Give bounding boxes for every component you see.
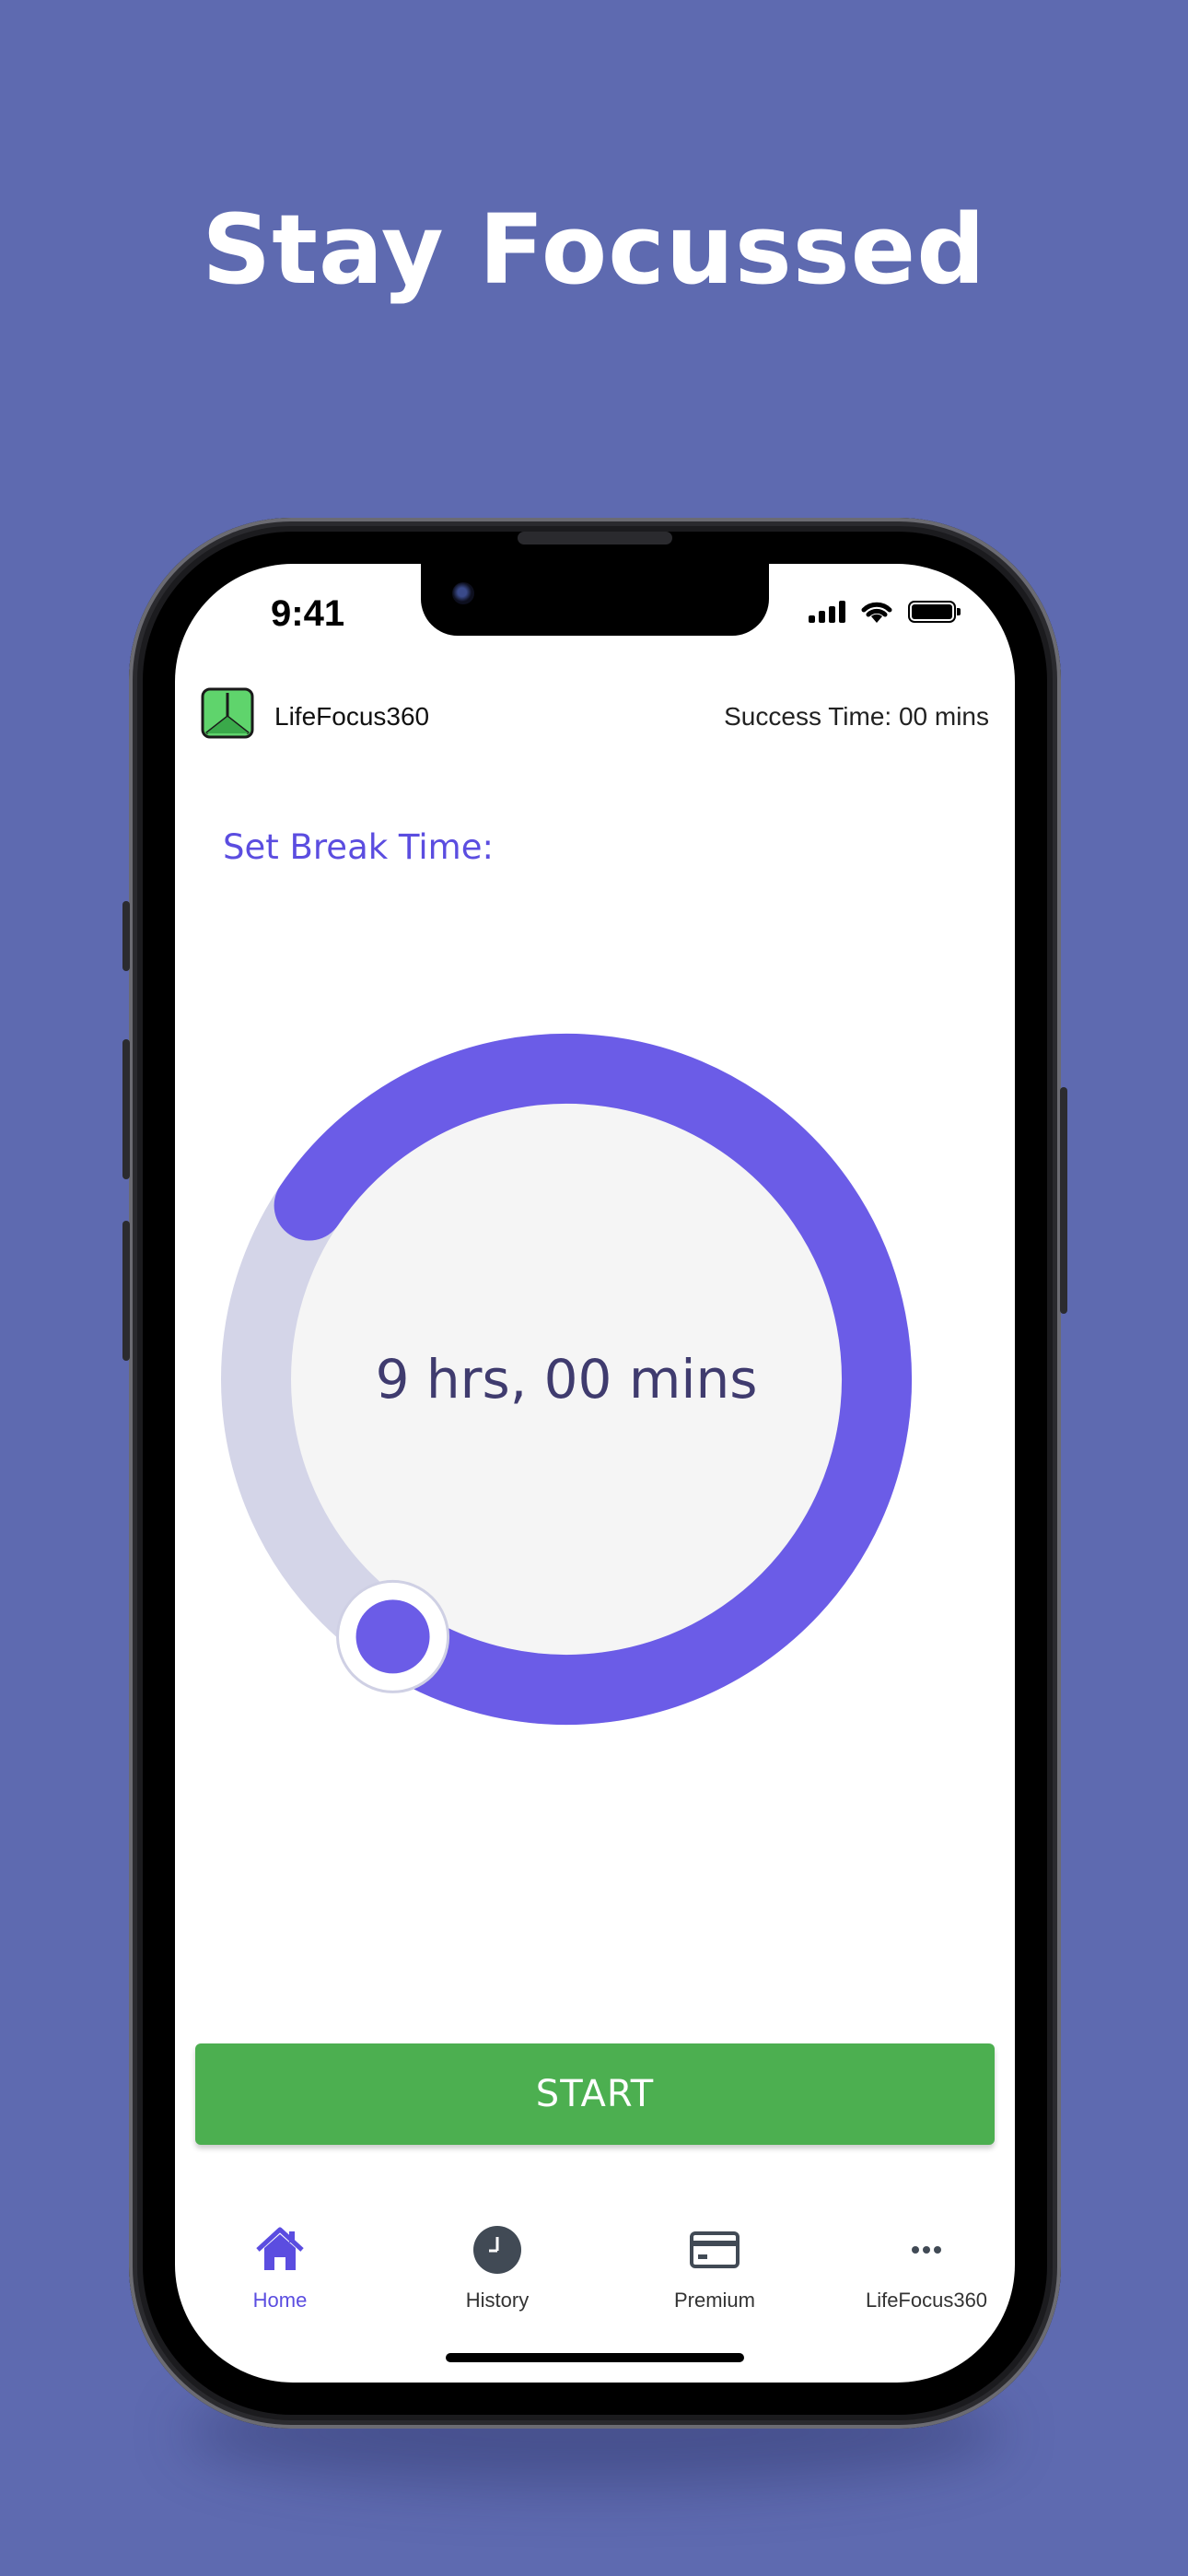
start-button[interactable]: START (195, 2043, 995, 2145)
camera-icon (452, 582, 474, 604)
break-time-dial[interactable]: 9 hrs, 00 mins (203, 1015, 930, 1743)
headline: Stay Focussed (202, 193, 986, 306)
volume-down-button (122, 1221, 130, 1361)
tab-lifefocus360[interactable]: LifeFocus360 (821, 2222, 1015, 2333)
cellular-signal-icon (809, 601, 845, 623)
dial-value-text: 9 hrs, 00 mins (375, 1348, 758, 1411)
set-break-time-label: Set Break Time: (223, 827, 494, 867)
tab-lifefocus360-label: LifeFocus360 (865, 2289, 988, 2312)
status-time: 9:41 (271, 593, 345, 634)
more-dots-icon (912, 2246, 941, 2254)
app-header: LifeFocus360 Success Time: 00 mins (201, 687, 989, 743)
volume-up-button (122, 1039, 130, 1179)
home-icon (256, 2227, 304, 2270)
wifi-icon (861, 602, 892, 623)
clock-icon (473, 2226, 521, 2274)
phone-screen: 9:41 LifeFocus360 Success Time: 00 mins … (175, 564, 1015, 2383)
tab-history-label: History (465, 2289, 530, 2312)
status-icons (809, 599, 961, 625)
tab-premium[interactable]: Premium (610, 2222, 820, 2333)
success-time: Success Time: 00 mins (724, 702, 989, 731)
credit-card-icon (690, 2231, 740, 2268)
notch (421, 564, 769, 636)
battery-icon (908, 601, 961, 623)
tab-home[interactable]: Home (175, 2222, 385, 2333)
app-logo-icon (201, 687, 254, 739)
tab-bar: Home History Premium LifeFocus360 (175, 2222, 1015, 2333)
speaker-grille (518, 532, 672, 544)
tab-home-label: Home (252, 2289, 308, 2312)
mute-switch (122, 901, 130, 971)
home-indicator (446, 2353, 744, 2362)
tab-history[interactable]: History (392, 2222, 602, 2333)
app-name: LifeFocus360 (274, 702, 430, 731)
power-button (1060, 1087, 1067, 1314)
tab-premium-label: Premium (673, 2289, 755, 2312)
